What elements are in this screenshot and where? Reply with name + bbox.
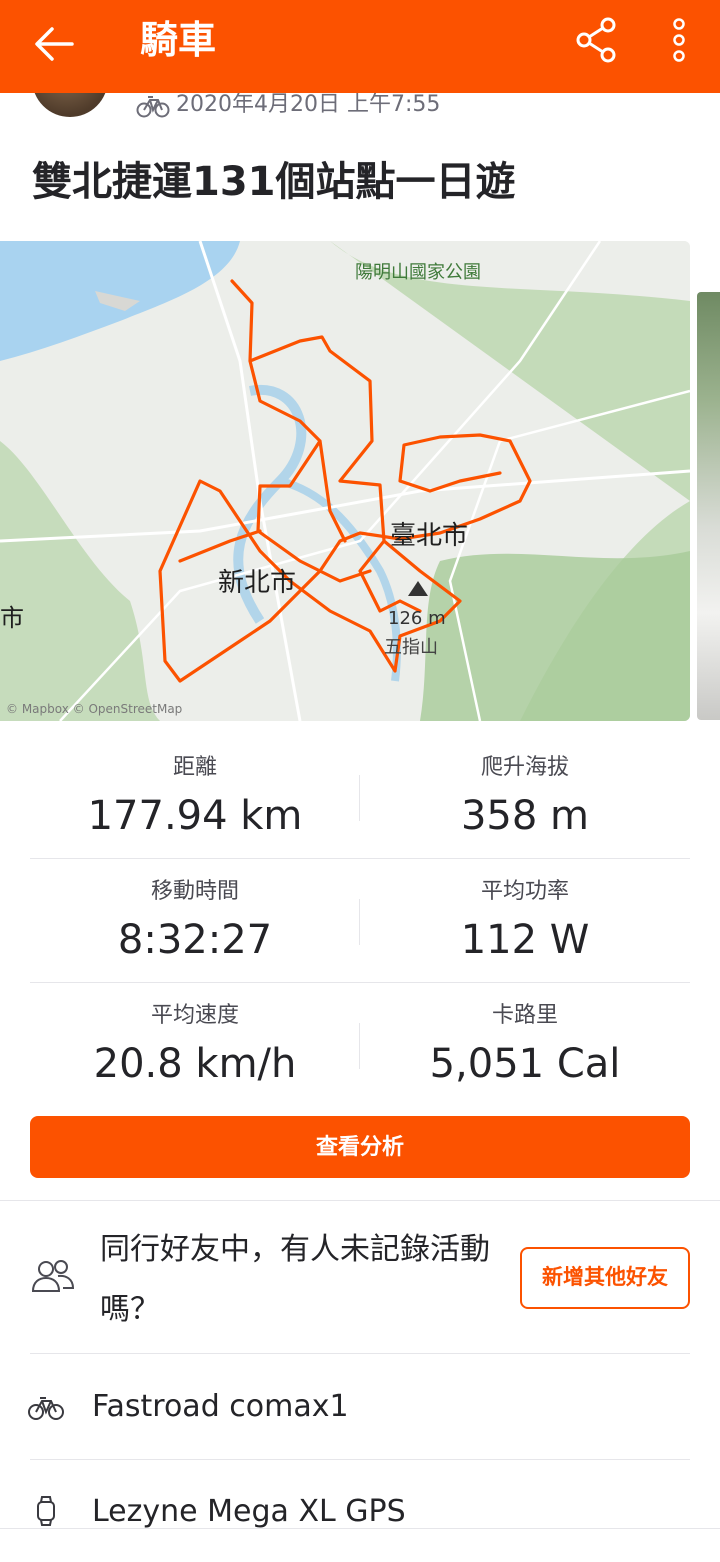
more-vertical-icon[interactable] xyxy=(662,14,696,66)
stat-distance: 距離 177.94 km xyxy=(30,753,360,843)
stat-value: 112 W xyxy=(460,917,590,963)
group-prompt: 同行好友中，有人未記錄活動嗎？ xyxy=(100,1232,490,1327)
divider xyxy=(0,1200,720,1201)
gear-bike-row[interactable]: Fastroad comax1 xyxy=(0,1356,720,1456)
map-label-edge-city: 市 xyxy=(0,604,24,632)
stats-row: 距離 177.94 km 爬升海拔 358 m xyxy=(30,735,690,859)
stats-grid: 距離 177.94 km 爬升海拔 358 m 移動時間 8:32:27 平均功… xyxy=(30,735,690,1107)
stats-row: 平均速度 20.8 km/h 卡路里 5,051 Cal xyxy=(30,983,690,1107)
divider xyxy=(30,1353,690,1354)
stat-label: 平均功率 xyxy=(480,879,569,904)
gear-device-name: Lezyne Mega XL GPS xyxy=(92,1494,406,1529)
avatar[interactable] xyxy=(32,93,108,117)
map-label-park: 陽明山國家公園 xyxy=(355,262,481,283)
stat-label: 距離 xyxy=(172,755,217,780)
stat-label: 爬升海拔 xyxy=(480,755,569,780)
map-attribution: © Mapbox © OpenStreetMap xyxy=(6,702,182,716)
bike-icon xyxy=(136,96,170,118)
divider xyxy=(30,1459,690,1460)
stat-label: 平均速度 xyxy=(150,1003,239,1028)
stat-label: 卡路里 xyxy=(491,1003,558,1028)
share-icon[interactable] xyxy=(572,14,624,66)
activity-title: 雙北捷運131個站點一日遊 xyxy=(32,159,516,205)
page-title: 騎車 xyxy=(140,18,217,62)
route-map[interactable]: 陽明山國家公園 臺北市 新北市 市 126 m 五指山 © Mapbox © O… xyxy=(0,241,690,721)
stat-value: 358 m xyxy=(460,793,590,839)
bike-icon xyxy=(28,1397,64,1420)
stat-label: 移動時間 xyxy=(150,879,239,904)
view-analysis-button[interactable]: 查看分析 xyxy=(30,1116,690,1178)
group-icon xyxy=(31,1260,75,1292)
map-label-elevation: 126 m xyxy=(388,608,446,629)
map-label-taipei: 臺北市 xyxy=(390,521,468,551)
bottom-edge xyxy=(0,1528,720,1529)
arrow-left-icon[interactable] xyxy=(28,18,80,70)
stat-elevation-gain: 爬升海拔 358 m xyxy=(360,753,690,843)
stat-value: 20.8 km/h xyxy=(93,1041,297,1087)
stat-avg-speed: 平均速度 20.8 km/h xyxy=(30,1001,360,1091)
activity-header: 2020年4月20日 上午7:55 xyxy=(0,93,720,123)
gear-bike-name: Fastroad comax1 xyxy=(92,1389,349,1424)
stat-calories: 卡路里 5,051 Cal xyxy=(360,1001,690,1091)
gear-device-row[interactable]: Lezyne Mega XL GPS xyxy=(0,1462,720,1562)
next-photo-peek[interactable] xyxy=(697,292,720,720)
add-friends-button[interactable]: 新增其他好友 xyxy=(520,1247,690,1309)
stat-avg-power: 平均功率 112 W xyxy=(360,877,690,967)
stat-value: 177.94 km xyxy=(87,793,303,839)
app-bar: 騎車 xyxy=(0,0,720,93)
stat-moving-time: 移動時間 8:32:27 xyxy=(30,877,360,967)
watch-icon xyxy=(37,1496,55,1526)
stat-value: 8:32:27 xyxy=(117,917,273,963)
map-label-mountain: 五指山 xyxy=(384,637,438,658)
activity-date: 2020年4月20日 上午7:55 xyxy=(176,93,441,117)
stat-value: 5,051 Cal xyxy=(429,1041,621,1087)
map-label-new-taipei: 新北市 xyxy=(218,568,296,598)
stats-row: 移動時間 8:32:27 平均功率 112 W xyxy=(30,859,690,983)
